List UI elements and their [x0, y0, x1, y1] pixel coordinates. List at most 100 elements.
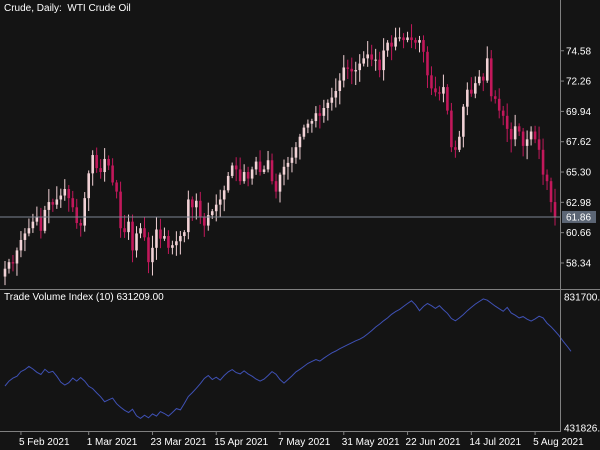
candle-body [462, 106, 465, 137]
candle [446, 84, 449, 115]
candle-body [115, 182, 118, 192]
candle-body [525, 139, 529, 146]
candle-body [485, 58, 489, 81]
price-tick-label: 69.94 [566, 107, 591, 118]
candle-body [326, 102, 330, 108]
candle-body [545, 174, 549, 182]
candle-body [497, 98, 501, 111]
price-tick-label: 65.30 [566, 168, 591, 179]
candle-body [191, 199, 194, 208]
candle-body [422, 40, 425, 52]
candle-body [143, 228, 146, 238]
candle-body [553, 202, 557, 217]
candle-body [230, 165, 234, 176]
candle-body [342, 67, 346, 81]
candle-body [430, 75, 433, 89]
candle-body [322, 107, 326, 116]
candle-body [493, 96, 497, 99]
candle-body [254, 161, 258, 170]
candle-body [549, 181, 553, 203]
candle-body [15, 250, 19, 264]
price-tick-label: 60.66 [566, 228, 591, 239]
candle-body [505, 115, 509, 129]
candle-body [11, 262, 15, 264]
candle-body [139, 228, 142, 234]
candle-body [278, 174, 282, 192]
candle-body [481, 76, 485, 81]
candle-body [127, 221, 130, 233]
candle-body [466, 89, 469, 107]
candle [43, 205, 47, 234]
candle-body [246, 172, 250, 179]
candle-body [477, 76, 481, 84]
chart-instrument-name: WTI Crude Oil [67, 3, 131, 14]
price-tick-label: 58.34 [566, 258, 591, 269]
candle-body [167, 236, 170, 248]
candle-body [346, 67, 350, 69]
candle-body [382, 50, 385, 71]
candle-body [163, 236, 166, 239]
candle-body [3, 268, 7, 277]
candle-body [513, 126, 517, 140]
candle-body [103, 158, 106, 173]
candle-body [314, 113, 318, 122]
candle-body [541, 149, 545, 175]
candle-body [111, 165, 114, 183]
candle-body [135, 233, 138, 251]
candle-body [282, 166, 286, 175]
candle-body [438, 92, 441, 94]
candle-body [338, 80, 342, 92]
current-price-label: 61.86 [566, 212, 591, 223]
candle-body [218, 199, 222, 205]
x-tick-label: 5 Aug 2021 [533, 437, 584, 448]
candle-body [350, 68, 354, 72]
candle-body [87, 173, 90, 199]
candle-body [270, 160, 274, 182]
candle-body [226, 175, 230, 191]
candle-body [410, 37, 413, 41]
candle-body [95, 155, 98, 169]
candle-body [426, 51, 429, 76]
candle-body [446, 87, 449, 111]
candle-body [489, 58, 493, 97]
candle-body [23, 233, 27, 240]
candle-body [258, 161, 262, 173]
candle-body [302, 127, 306, 137]
candle-body [183, 232, 186, 237]
chart-background [0, 0, 600, 450]
candle-body [370, 54, 373, 60]
chart-canvas: 74.58 72.26 69.94 67.62 65.30 62.98 60.66 58.34… [0, 0, 600, 450]
candle-body [266, 160, 270, 170]
candle-body [39, 216, 43, 231]
candle-body [123, 228, 126, 233]
candle-body [358, 63, 362, 71]
candle-body [366, 54, 369, 59]
candle-body [450, 110, 453, 148]
candle-body [131, 221, 134, 251]
candle-body [91, 155, 94, 174]
candle-body [434, 88, 437, 93]
candle-body [334, 91, 338, 98]
candle-body [107, 158, 110, 166]
candle-body [470, 89, 473, 94]
candle-body [537, 139, 541, 150]
price-tick-label: 74.58 [566, 46, 591, 57]
candle-body [406, 37, 409, 41]
candle-body [27, 228, 31, 234]
candle-body [458, 136, 461, 150]
candle-body [210, 211, 214, 216]
price-tick-label: 72.26 [566, 77, 591, 88]
candle-body [83, 198, 87, 226]
candle-body [402, 37, 405, 41]
candle-body [533, 131, 537, 140]
candle-body [521, 131, 525, 146]
indicator-label: Trade Volume Index (10) 631209.00 [4, 292, 164, 303]
candle-body [298, 136, 302, 148]
candle-body [151, 247, 154, 263]
volume-tick-label: 831700.8 [564, 293, 600, 304]
x-tick-label: 23 Mar 2021 [150, 437, 207, 448]
candle-body [238, 169, 242, 182]
candle-body [7, 262, 11, 269]
candle-body [362, 58, 365, 64]
x-tick-label: 31 May 2021 [342, 437, 400, 448]
